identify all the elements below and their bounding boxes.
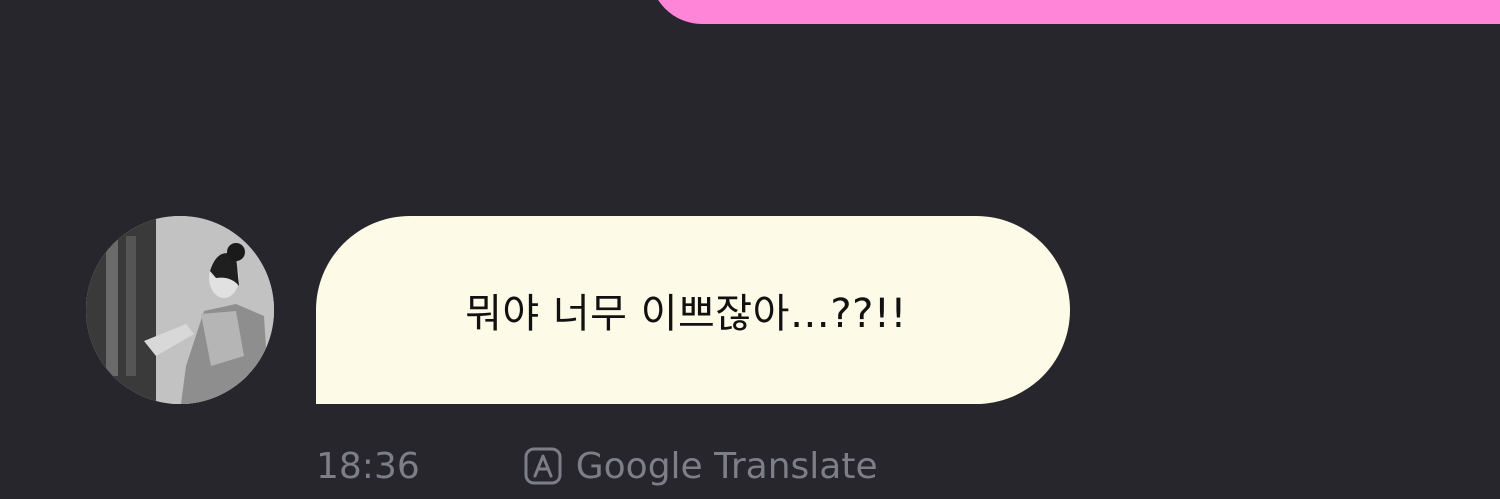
received-message-bubble[interactable]: 뭐야 너무 이쁘잖아…??!! xyxy=(316,216,1070,404)
message-timestamp: 18:36 xyxy=(316,445,420,487)
message-meta: 18:36 Google Translate xyxy=(316,440,878,492)
google-translate-label: Google Translate xyxy=(575,445,878,487)
avatar-photo xyxy=(86,216,274,404)
google-translate-button[interactable]: Google Translate xyxy=(524,446,878,487)
sender-avatar[interactable] xyxy=(86,216,274,404)
message-text: 뭐야 너무 이쁘잖아…??!! xyxy=(465,291,907,337)
previous-message-bubble[interactable] xyxy=(650,0,1500,24)
translate-a-icon xyxy=(524,447,562,485)
